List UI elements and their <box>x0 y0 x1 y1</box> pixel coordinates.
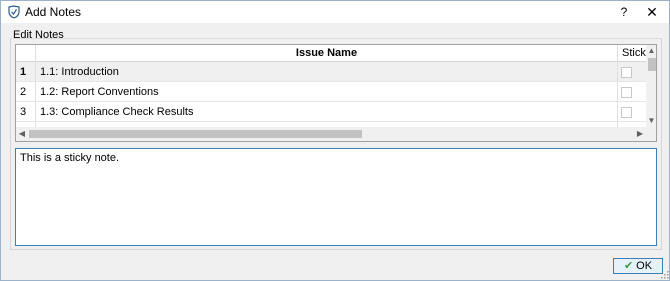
issue-name-cell[interactable]: 1.1: Introduction <box>36 62 618 82</box>
groupbox-label: Edit Notes <box>13 29 64 41</box>
horizontal-scrollbar[interactable]: ◀ ▶ <box>16 127 646 141</box>
close-button[interactable]: ✕ <box>639 2 665 22</box>
scroll-left-icon[interactable]: ◀ <box>16 127 28 141</box>
grid-header: Issue Name Sticky <box>16 45 656 62</box>
ok-button[interactable]: ✔ OK <box>613 258 663 274</box>
scroll-down-icon[interactable]: ▼ <box>646 115 656 127</box>
vertical-scroll-thumb[interactable] <box>648 58 656 71</box>
add-notes-window: Add Notes ? ✕ Edit Notes Issue Name Stic… <box>0 0 670 281</box>
sticky-checkbox[interactable] <box>621 107 632 118</box>
row-number[interactable]: 3 <box>16 102 36 122</box>
sticky-checkbox[interactable] <box>621 87 632 98</box>
table-row[interactable]: 3 1.3: Compliance Check Results <box>16 102 646 122</box>
horizontal-scroll-thumb[interactable] <box>29 130 362 138</box>
app-shield-icon <box>8 5 20 19</box>
ok-button-label: OK <box>636 260 653 272</box>
row-number[interactable]: 1 <box>16 62 36 82</box>
checkmark-icon: ✔ <box>623 260 634 272</box>
scroll-up-icon[interactable]: ▲ <box>646 45 656 57</box>
row-header-corner <box>16 45 36 62</box>
scroll-right-icon[interactable]: ▶ <box>634 127 646 141</box>
table-row[interactable]: 1 1.1: Introduction <box>16 62 646 82</box>
title-bar[interactable]: Add Notes ? ✕ <box>1 1 669 23</box>
scrollbar-corner <box>646 127 656 141</box>
issue-name-cell[interactable]: 1.3: Compliance Check Results <box>36 102 618 122</box>
resize-grip-icon[interactable] <box>659 269 669 279</box>
note-text-area[interactable] <box>15 148 657 246</box>
table-row[interactable]: 2 1.2: Report Conventions <box>16 82 646 102</box>
vertical-scrollbar[interactable]: ▲ ▼ <box>646 45 656 127</box>
row-number[interactable]: 2 <box>16 82 36 102</box>
column-header-sticky[interactable]: Sticky <box>618 45 646 62</box>
column-header-issue-name[interactable]: Issue Name <box>36 45 618 62</box>
window-title: Add Notes <box>25 5 82 19</box>
sticky-checkbox[interactable] <box>621 67 632 78</box>
help-button[interactable]: ? <box>613 2 635 22</box>
issues-grid: Issue Name Sticky 1 1.1: Introduction 2 … <box>15 44 657 142</box>
issue-name-cell[interactable]: 1.2: Report Conventions <box>36 82 618 102</box>
